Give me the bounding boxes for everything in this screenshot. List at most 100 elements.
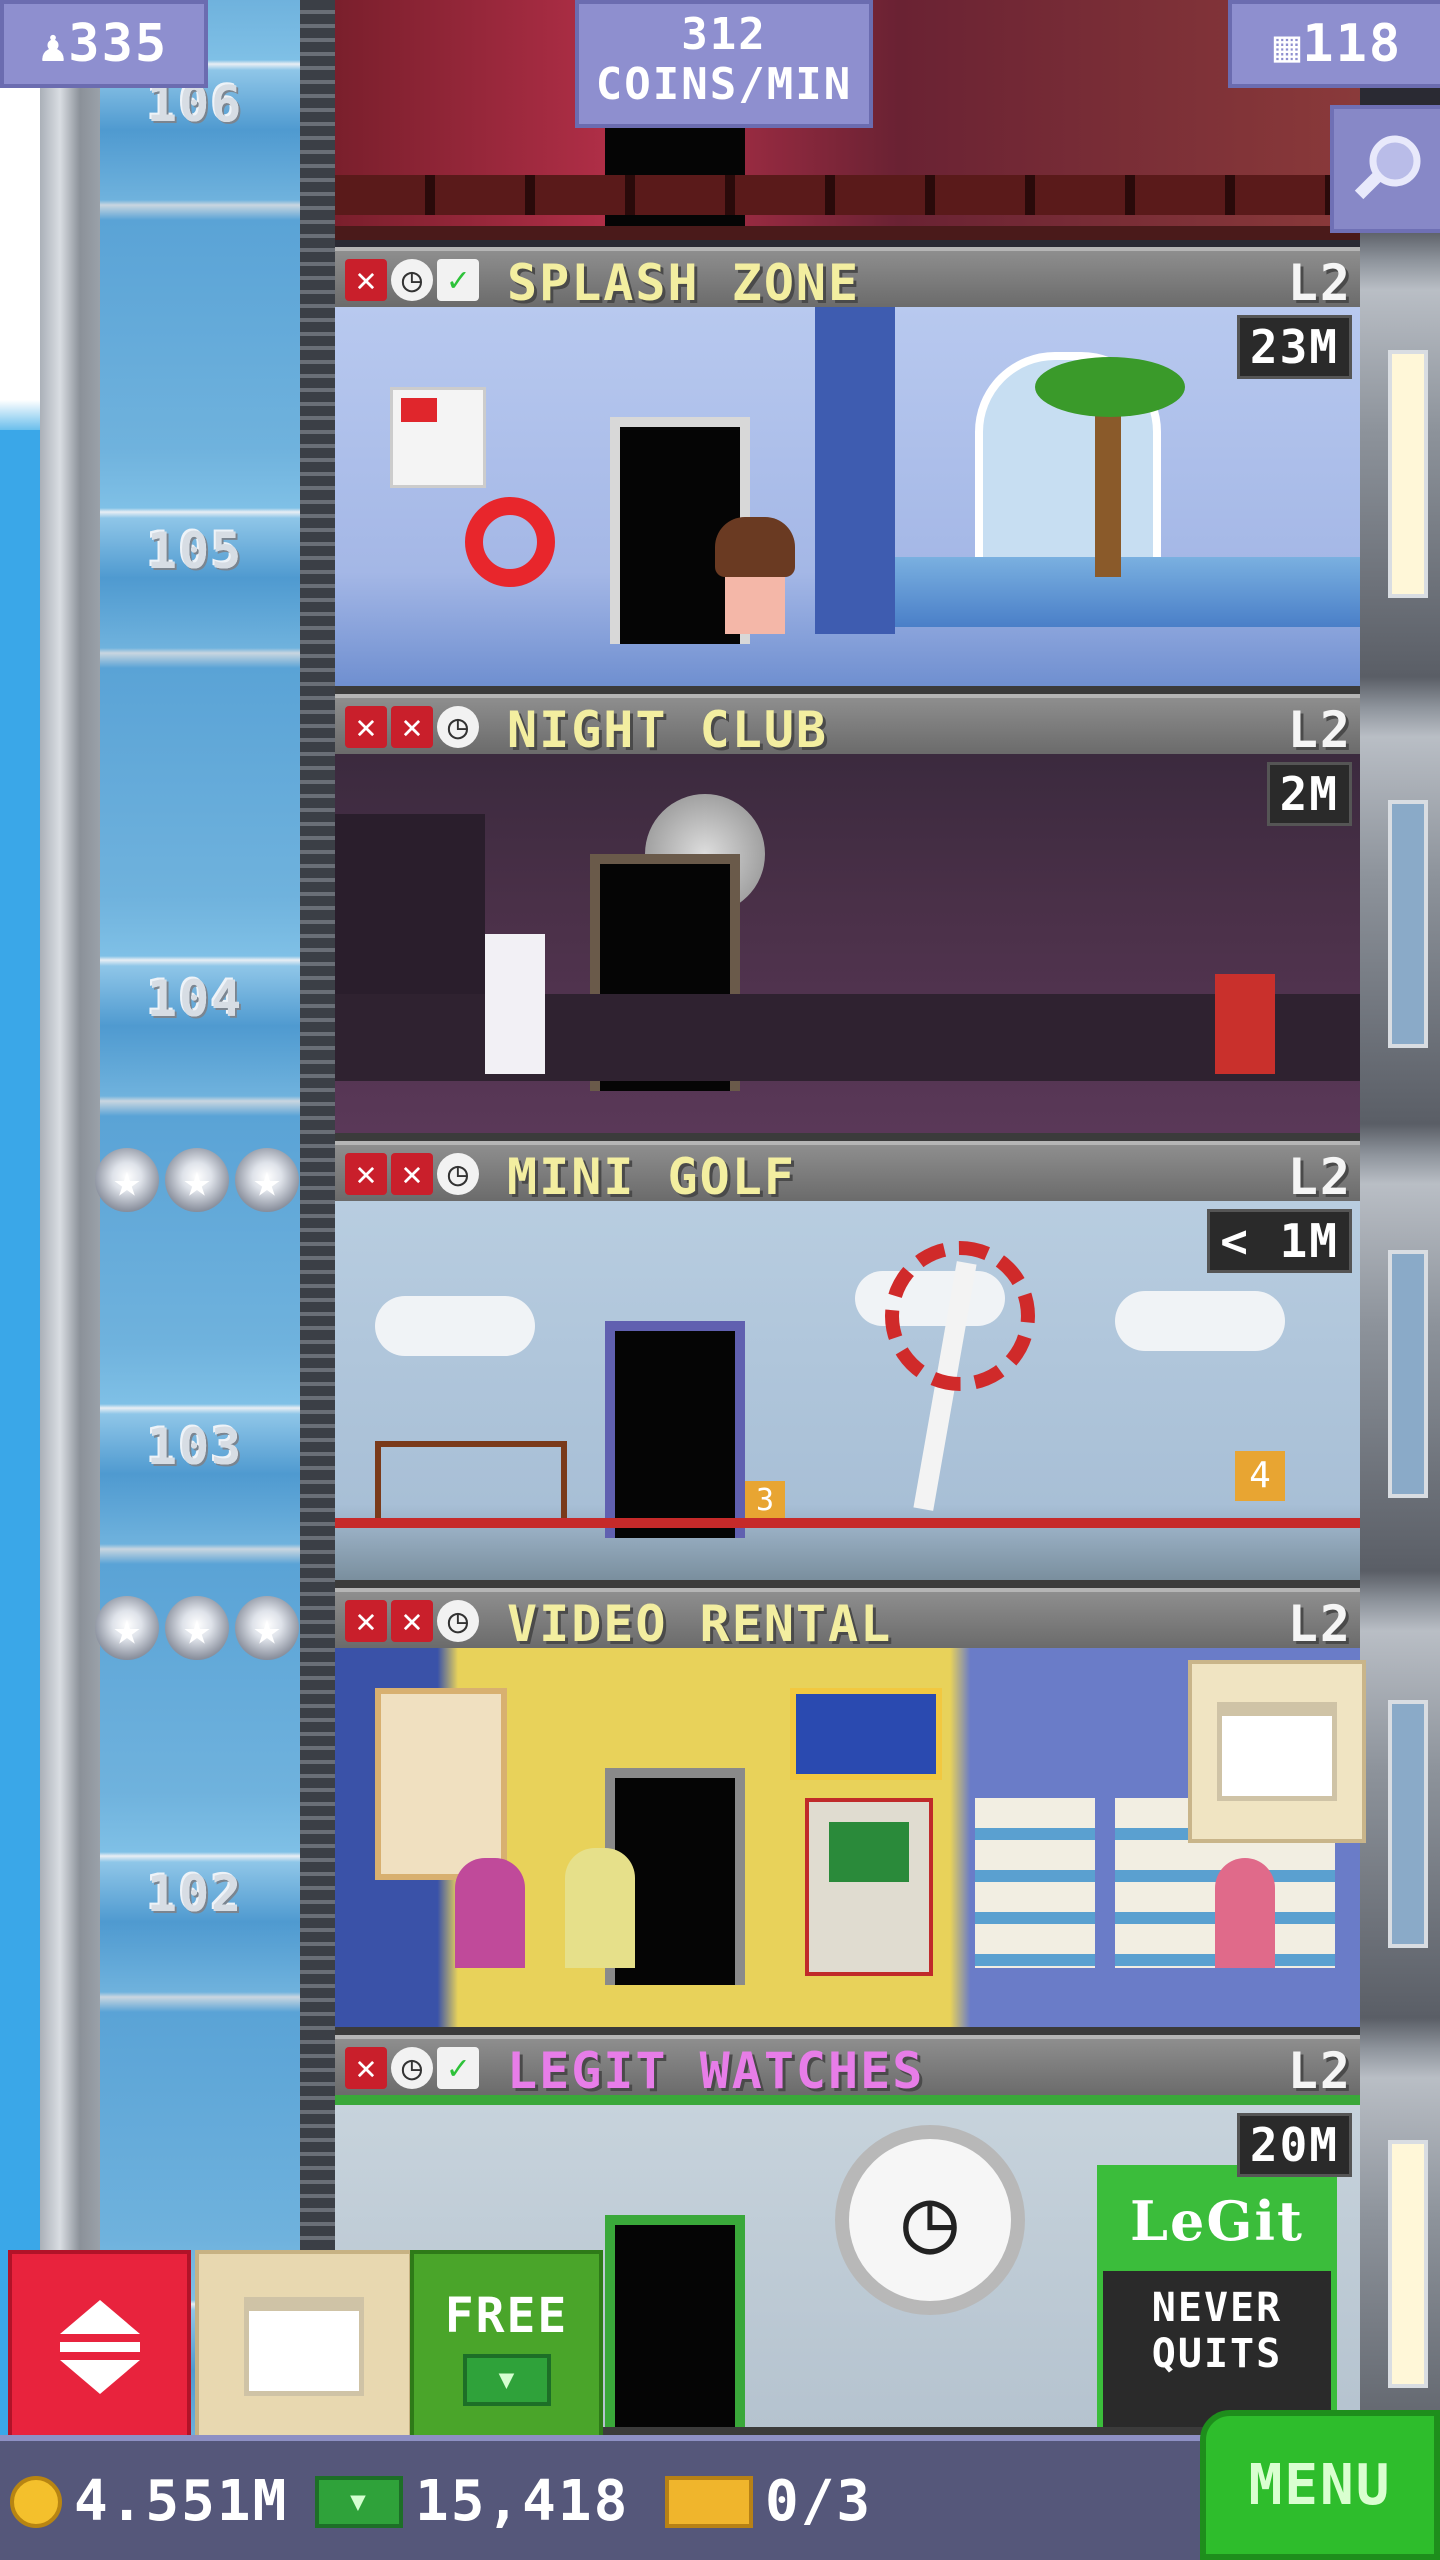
green-edge [335, 1518, 1360, 1528]
floor-number: 105 [146, 522, 244, 580]
movie-poster [375, 1688, 507, 1880]
restock-timer: < 1M [1207, 1209, 1352, 1273]
tickets-display[interactable]: 0/3 [665, 2469, 872, 2534]
crate-icon [1217, 1702, 1337, 1801]
clock-icon: ◷ [437, 706, 479, 748]
seat-row [335, 175, 1360, 215]
floor-splash-zone[interactable]: ✕ ◷ ✓ SPLASH ZONE L2 23M [335, 247, 1360, 694]
floor-level: L2 [1287, 1595, 1352, 1653]
star-icon: ★ [95, 1596, 159, 1660]
pool [895, 557, 1360, 627]
cloud [375, 1296, 535, 1356]
stock-status: ✕ ◷ ✓ [345, 259, 479, 301]
poster [390, 387, 486, 488]
floor-name: MINI GOLF [507, 1148, 796, 1206]
clock-icon: ◷ [437, 1600, 479, 1642]
palm-leaves [1035, 357, 1185, 417]
coins-display: 4.551M [10, 2469, 288, 2534]
window [1388, 1250, 1428, 1498]
star-icon: ★ [165, 1148, 229, 1212]
coin-icon [10, 2475, 62, 2528]
x-icon: ✕ [345, 1600, 387, 1642]
clock-display: ◷ [835, 2125, 1025, 2315]
arrow-up-icon [59, 2299, 140, 2334]
bux-value: 15,418 [415, 2469, 630, 2534]
room-interior: 2M [335, 754, 1360, 1141]
floor-mini-golf[interactable]: ✕ ✕ ◷ MINI GOLF L2 < 1M 3 4 [335, 1141, 1360, 1588]
ticket-icon [665, 2475, 753, 2528]
star-row: ★ ★ ★ [95, 1148, 299, 1212]
floor-header: ✕ ◷ ✓ SPLASH ZONE L2 [335, 247, 1360, 312]
tickets-value: 0/3 [765, 2469, 873, 2534]
floor-name: LEGIT WATCHES [507, 2042, 925, 2100]
floor-counter[interactable]: ▦118 [1228, 0, 1440, 88]
floor-level: L2 [1287, 2042, 1352, 2100]
crate-icon [244, 2297, 364, 2396]
club-rack [375, 1441, 567, 1527]
x-icon: ✕ [345, 259, 387, 301]
visitor [565, 1848, 635, 1968]
population-counter[interactable]: ♟335 [0, 0, 208, 88]
clock-icon: ◷ [437, 1153, 479, 1195]
ticket-sign [790, 1688, 942, 1780]
window [1388, 800, 1428, 1048]
restock-timer: 23M [1236, 315, 1352, 379]
floor-header: ✕ ✕ ◷ VIDEO RENTAL L2 [335, 1588, 1360, 1653]
legit-logo: LeGit [1103, 2171, 1331, 2271]
clock-icon: ◷ [391, 2047, 433, 2089]
coin-rate-value: 312 [681, 9, 767, 60]
stock-status: ✕ ✕ ◷ [345, 1153, 479, 1195]
x-icon: ✕ [391, 706, 433, 748]
floor-header: ✕ ✕ ◷ MINI GOLF L2 [335, 1141, 1360, 1206]
restock-timer: 2M [1266, 762, 1352, 826]
visitor [485, 934, 545, 1074]
floor-night-club[interactable]: ✕ ✕ ◷ NIGHT CLUB L2 2M [335, 694, 1360, 1141]
floor-level: L2 [1287, 254, 1352, 312]
visitor [455, 1858, 525, 1968]
floor-name: SPLASH ZONE [507, 254, 861, 312]
elevator-shaft[interactable] [100, 0, 300, 2460]
build-floor-button[interactable] [1188, 1660, 1366, 1843]
star-icon: ★ [165, 1596, 229, 1660]
floor-number: 102 [146, 1865, 244, 1923]
menu-button[interactable]: MENU [1200, 2410, 1440, 2560]
clock-icon: ◷ [391, 259, 433, 301]
floor-header: ✕ ◷ ✓ LEGIT WATCHES L2 [335, 2035, 1360, 2100]
free-label: FREE [444, 2287, 569, 2344]
bux-display: ▼ 15,418 [315, 2469, 629, 2534]
floor-level: L2 [1287, 701, 1352, 759]
coins-value: 4.551M [74, 2469, 289, 2534]
window [1388, 350, 1428, 598]
legit-sign: LeGit NEVER QUITS [1097, 2165, 1337, 2427]
star-row: ★ ★ ★ [95, 1596, 299, 1660]
visitor [1215, 1858, 1275, 1968]
restock-timer: 20M [1236, 2113, 1352, 2177]
x-icon: ✕ [345, 706, 387, 748]
x-icon: ✕ [345, 2047, 387, 2089]
star-icon: ★ [235, 1596, 299, 1660]
room-interior: 23M [335, 307, 1360, 694]
room-door [605, 2215, 745, 2427]
stock-status: ✕ ✕ ◷ [345, 1600, 479, 1642]
bux-icon: ▼ [462, 2353, 551, 2406]
hole-sign: 4 [1235, 1451, 1285, 1501]
bux-icon: ▼ [315, 2475, 403, 2528]
build-button[interactable] [195, 2250, 413, 2443]
star-icon: ★ [235, 1148, 299, 1212]
sky-background [0, 0, 45, 2460]
search-button[interactable] [1330, 105, 1440, 233]
free-bux-button[interactable]: FREE ▼ [410, 2250, 603, 2443]
elevator-button[interactable] [8, 2250, 191, 2443]
x-icon: ✕ [345, 1153, 387, 1195]
x-icon: ✕ [391, 1600, 433, 1642]
stock-status: ✕ ◷ ✓ [345, 2047, 479, 2089]
floor-name: VIDEO RENTAL [507, 1595, 893, 1653]
floor-level: L2 [1287, 1148, 1352, 1206]
coin-rate-panel: 312 COINS/MIN [575, 0, 873, 128]
check-icon: ✓ [437, 2047, 479, 2089]
coin-rate-unit: COINS/MIN [595, 59, 853, 110]
room-door [605, 1321, 745, 1538]
video-shelf [975, 1798, 1095, 1968]
x-icon: ✕ [391, 1153, 433, 1195]
arrow-down-icon [59, 2359, 140, 2394]
